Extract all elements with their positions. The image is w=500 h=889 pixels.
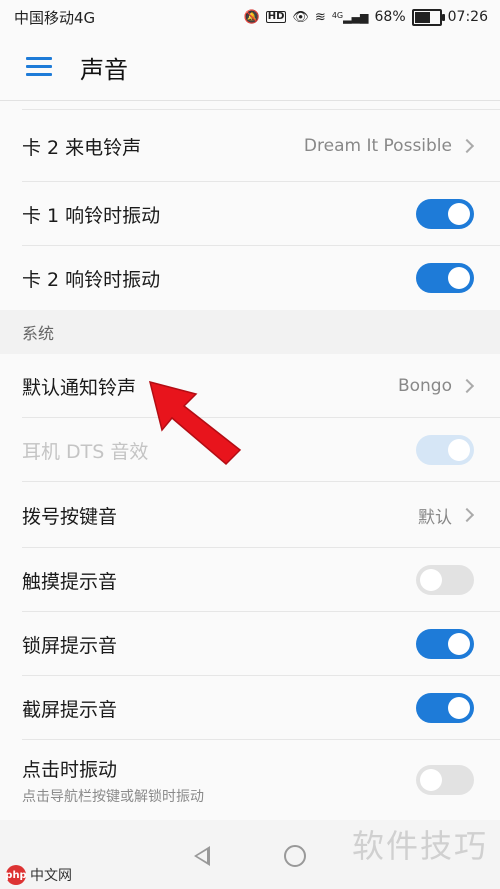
row-screenshot-sound: 截屏提示音	[0, 676, 500, 740]
status-icons: 🔕 HD 👁 ≋ 4G▂▄▆ 68% 07:26	[243, 8, 488, 26]
toggle-card1-vibrate[interactable]	[416, 199, 474, 229]
menu-icon[interactable]	[26, 57, 52, 77]
battery-percent: 68%	[374, 9, 406, 25]
system-settings-list: 默认通知铃声 Bongo 耳机 DTS 音效 拨号按键音 默认 触摸提示音 锁屏…	[0, 354, 500, 820]
toggle-knob	[448, 267, 470, 289]
row-label: 点击时振动	[22, 758, 118, 781]
ringtone-value: Dream It Possible	[303, 136, 452, 156]
toggle-vibrate-on-tap[interactable]	[416, 765, 474, 795]
signal-icon: 4G▂▄▆	[331, 10, 369, 24]
row-label: 卡 2 来电铃声	[22, 136, 142, 159]
toggle-knob	[448, 633, 470, 655]
row-card1-ring-vibrate: 卡 1 响铃时振动	[0, 182, 500, 246]
mute-icon: 🔕	[243, 9, 260, 25]
row-label: 锁屏提示音	[22, 634, 118, 657]
row-label: 卡 2 响铃时振动	[22, 268, 161, 291]
row-touch-sound: 触摸提示音	[0, 548, 500, 612]
row-card2-ring-vibrate: 卡 2 响铃时振动	[0, 246, 500, 310]
toggle-knob	[420, 569, 442, 591]
battery-fill	[414, 11, 430, 23]
notification-sound-value: Bongo	[397, 376, 452, 396]
row-label: 耳机 DTS 音效	[22, 440, 149, 463]
row-dial-keypad-tone[interactable]: 拨号按键音 默认	[0, 482, 500, 548]
watermark-text: 软件技巧	[351, 827, 488, 865]
row-headphone-dts: 耳机 DTS 音效	[0, 418, 500, 482]
row-value: Bongo	[397, 376, 475, 396]
row-value: 默认	[418, 503, 475, 528]
site-logo: php 中文网	[5, 865, 72, 885]
row-lock-screen-sound: 锁屏提示音	[0, 612, 500, 676]
section-header-system: 系统	[0, 310, 500, 354]
row-vibrate-on-tap: 点击时振动 点击导航栏按键或解锁时振动	[0, 740, 500, 820]
dial-tone-value: 默认	[418, 507, 452, 528]
back-triangle-icon[interactable]	[194, 846, 210, 866]
red-arrow-annotation	[148, 380, 242, 466]
toggle-knob	[448, 203, 470, 225]
row-sublabel: 点击导航栏按键或解锁时振动	[22, 788, 204, 805]
wifi-icon: ≋	[314, 9, 326, 25]
page-title: 声音	[80, 55, 128, 84]
hd-icon: HD	[265, 11, 287, 23]
toggle-knob	[448, 697, 470, 719]
toggle-card2-vibrate[interactable]	[416, 263, 474, 293]
clock: 07:26	[447, 9, 488, 25]
app-bar: 声音	[0, 34, 500, 101]
settings-list: 卡 2 来电铃声 Dream It Possible 卡 1 响铃时振动 卡 2…	[0, 101, 500, 310]
row-card2-ringtone[interactable]: 卡 2 来电铃声 Dream It Possible	[0, 110, 500, 182]
toggle-headphone-dts	[416, 435, 474, 465]
list-top-divider	[22, 101, 500, 110]
row-text: 点击时振动 点击导航栏按键或解锁时振动	[22, 755, 204, 806]
row-default-notification-sound[interactable]: 默认通知铃声 Bongo	[0, 354, 500, 418]
row-label: 拨号按键音	[22, 505, 118, 528]
toggle-screenshot-sound[interactable]	[416, 693, 474, 723]
chevron-right-icon	[459, 138, 475, 154]
logo-text: 中文网	[30, 868, 72, 884]
row-label: 卡 1 响铃时振动	[22, 204, 161, 227]
status-bar: 中国移动4G 🔕 HD 👁 ≋ 4G▂▄▆ 68% 07:26	[0, 0, 500, 34]
home-circle-icon[interactable]	[284, 845, 306, 867]
row-label: 触摸提示音	[22, 570, 118, 593]
row-value: Dream It Possible	[303, 136, 475, 156]
carrier-name: 中国移动4G	[14, 8, 96, 27]
toggle-knob	[420, 769, 442, 791]
eye-icon: 👁	[292, 9, 309, 25]
toggle-knob	[448, 439, 470, 461]
toggle-lock-screen-sound[interactable]	[416, 629, 474, 659]
chevron-right-icon	[459, 378, 475, 394]
row-label: 默认通知铃声	[22, 376, 137, 399]
battery-icon	[411, 8, 445, 26]
chevron-right-icon	[459, 507, 475, 523]
logo-badge: php	[5, 865, 27, 885]
row-label: 截屏提示音	[22, 698, 118, 721]
network-type: 4G	[331, 10, 344, 20]
toggle-touch-sound[interactable]	[416, 565, 474, 595]
